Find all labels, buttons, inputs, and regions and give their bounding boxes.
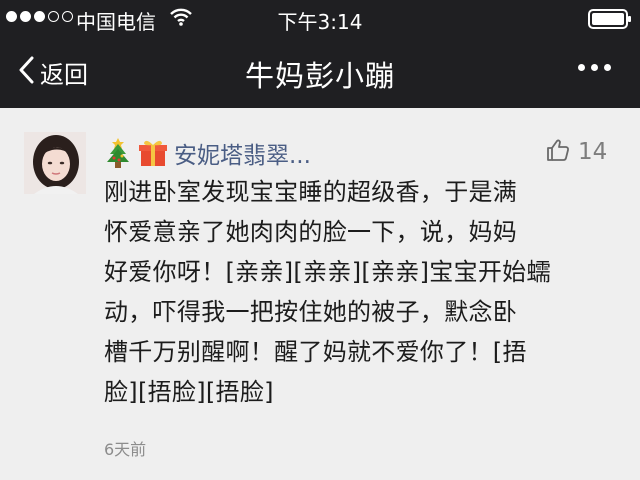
comment-line: 刚进卧室发现宝宝睡的超级香，于是满 [104, 178, 518, 206]
status-bar: 中国电信 下午3:14 [0, 0, 640, 36]
avatar[interactable] [24, 132, 86, 194]
comment-line: 怀爱意亲了她肉肉的脸一下，说，妈妈 [104, 218, 518, 246]
comment-line: 好爱你呀！[亲亲][亲亲][亲亲]宝宝开始蠕 [104, 258, 551, 286]
like-button[interactable]: 14 [546, 138, 607, 166]
more-dots-icon[interactable] [578, 64, 611, 71]
author-row: 安妮塔翡翠... [104, 136, 311, 170]
gift-icon [138, 138, 168, 168]
post-timestamp: 6天前 [104, 440, 147, 459]
battery-icon [588, 9, 632, 33]
thumbs-up-icon [546, 138, 570, 166]
comment-body: 刚进卧室发现宝宝睡的超级香，于是满 怀爱意亲了她肉肉的脸一下，说，妈妈 好爱你呀… [104, 172, 624, 412]
christmas-tree-icon [104, 136, 132, 170]
page-title: 牛妈彭小蹦 [244, 59, 395, 93]
comment-card: 安妮塔翡翠... 14 刚进卧室发现宝宝睡的超级香，于是满 怀爱意亲了她肉肉的脸… [0, 108, 640, 480]
comment-line: 动，吓得我一把按住她的被子，默念卧 [104, 298, 518, 326]
comment-line: 脸][捂脸][捂脸] [104, 378, 274, 406]
nav-bar: 返回 牛妈彭小蹦 [0, 36, 640, 108]
like-count: 14 [578, 139, 608, 165]
status-time: 下午3:14 [277, 10, 363, 34]
comment-line: 槽千万别醒啊！醒了妈就不爱你了！[捂 [104, 338, 527, 366]
author-name[interactable]: 安妮塔翡翠... [174, 136, 311, 170]
